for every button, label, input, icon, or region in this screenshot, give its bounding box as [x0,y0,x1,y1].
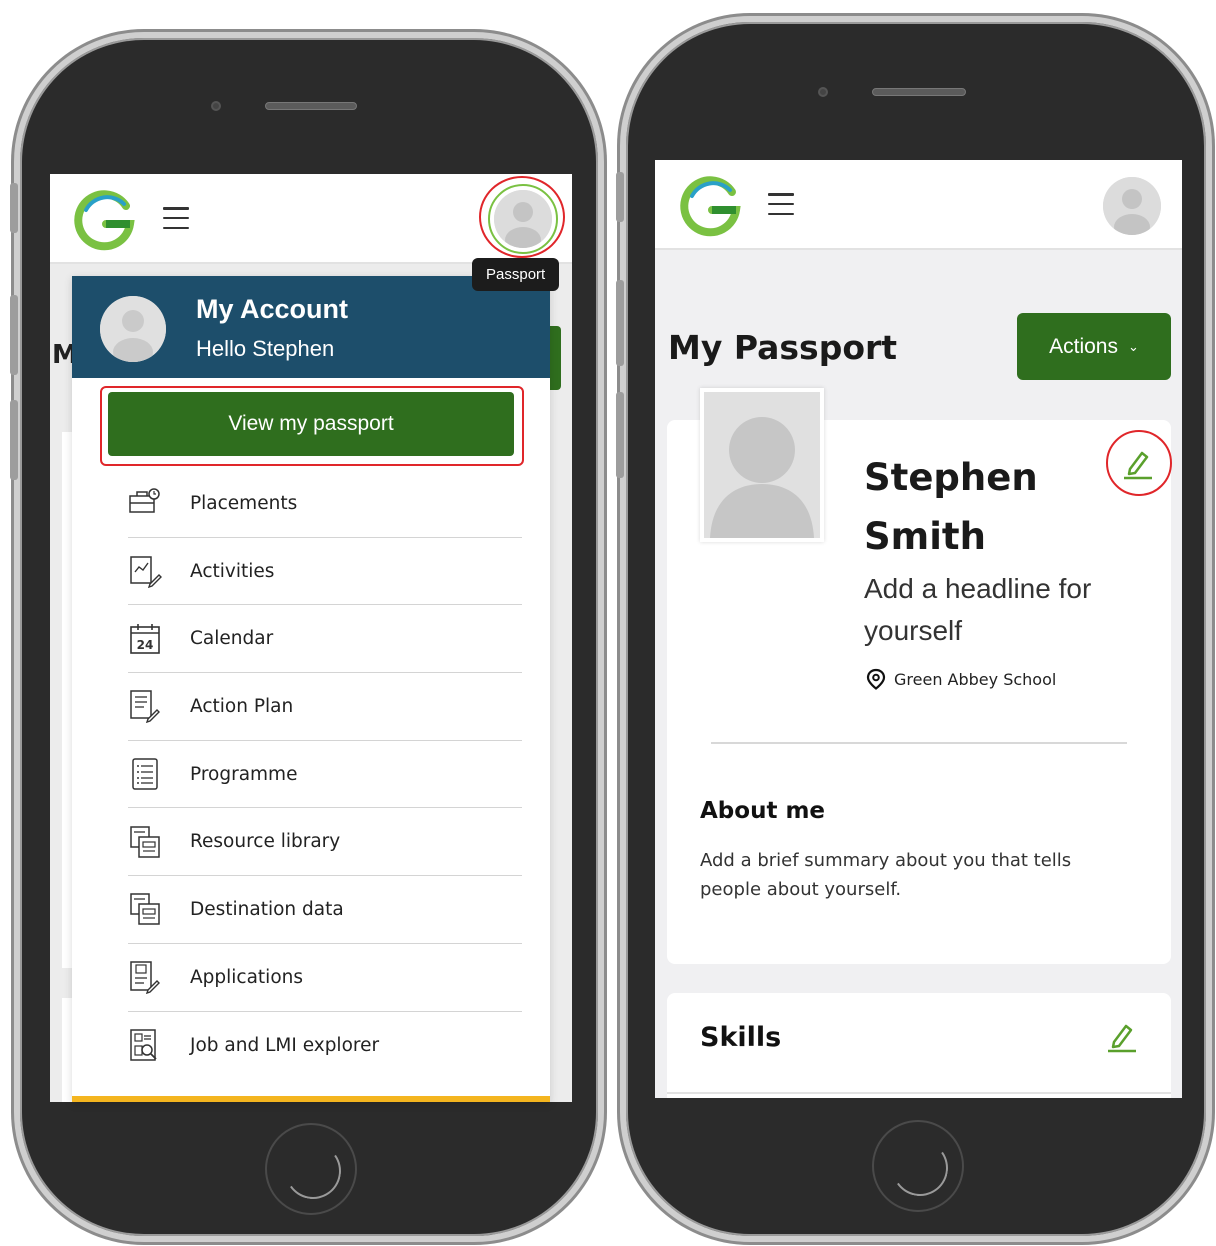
menu-label: Destination data [190,898,344,920]
highlight-edit-profile [1106,430,1172,496]
menu-label: Placements [190,492,298,514]
accent-strip [72,1096,550,1102]
menu-item-action-plan[interactable]: Action Plan [128,673,522,741]
phone-camera [818,87,828,97]
phone-volume-down [616,392,624,478]
actions-label: Actions [1049,334,1118,358]
card-peek-2 [62,998,72,1102]
phone-speaker [872,88,966,96]
account-title: My Account [196,294,349,324]
menu-label: Job and LMI explorer [190,1034,380,1056]
highlight-view-passport [100,386,524,466]
skills-title: Skills [700,1022,782,1053]
menu-item-calendar[interactable]: 24 Calendar [128,605,522,674]
menu-label: Programme [190,763,298,785]
logo-g-icon[interactable] [678,174,742,238]
phone-home-button[interactable] [872,1120,964,1212]
user-avatar-icon [100,296,166,362]
about-text: Add a brief summary about you that tells… [700,850,1072,900]
passport-tooltip: Passport [472,258,560,291]
phone-volume-up [616,280,624,366]
menu-item-placements[interactable]: Placements [128,470,522,538]
calendar-icon-text: 24 [137,638,154,652]
account-header: My Account Hello Stephen [72,276,550,378]
briefcase-clock-icon [129,488,160,514]
card-peek [62,432,72,968]
edit-skills-icon[interactable] [1104,1018,1140,1054]
skills-divider [667,1092,1171,1094]
hamburger-menu-icon[interactable] [768,193,794,215]
phone-mute-switch [616,172,624,222]
school-name: Green Abbey School [894,669,1057,689]
menu-label: Calendar [190,628,274,650]
hamburger-menu-icon[interactable] [163,207,189,229]
menu-label: Resource library [190,831,341,853]
phone-mute-switch [10,183,18,233]
profile-location: Green Abbey School [866,668,1056,690]
actions-button[interactable]: Actions ⌄ [1017,313,1171,380]
phone-volume-up [10,295,18,375]
account-avatar [100,296,166,362]
page-title: My Passport [668,328,898,367]
highlight-avatar [479,176,565,258]
menu-label: Activities [190,560,275,582]
profile-placeholder-icon [704,392,820,538]
avatar-button[interactable] [1103,177,1161,235]
menu-item-applications[interactable]: Applications [128,944,522,1012]
phone-camera [211,101,221,111]
menu-list: Placements Activities 24 Calendar Action… [128,470,522,1079]
application-pencil-icon [130,961,160,995]
list-icon [132,758,158,790]
actions-button-peek [549,326,561,390]
document-pencil-icon [130,690,160,724]
phone-home-button[interactable] [265,1123,357,1215]
chevron-down-icon: ⌄ [1127,338,1139,354]
phone-speaker [265,102,357,110]
menu-item-programme[interactable]: Programme [128,741,522,809]
menu-label: Action Plan [190,695,294,717]
profile-name: Stephen Smith [864,456,1038,558]
about-title: About me [700,798,826,824]
account-greeting: Hello Stephen [196,336,335,361]
files-icon [130,826,160,858]
files-icon [130,893,160,926]
menu-label: Applications [190,966,304,988]
profile-headline: Add a headline for yourself [864,573,1092,646]
profile-photo[interactable] [700,388,824,542]
menu-item-activities[interactable]: Activities [128,538,522,606]
location-pin-icon [866,668,886,690]
logo-g-icon[interactable] [72,188,136,252]
menu-item-job-lmi-explorer[interactable]: Job and LMI explorer [128,1012,522,1080]
menu-item-resource-library[interactable]: Resource library [128,808,522,877]
chart-pencil-icon [130,556,162,589]
profile-divider [711,742,1127,744]
calendar-icon: 24 [130,623,160,654]
menu-item-destination-data[interactable]: Destination data [128,876,522,944]
user-avatar-icon [1103,177,1161,235]
search-document-icon [130,1029,157,1062]
phone-volume-down [10,400,18,480]
